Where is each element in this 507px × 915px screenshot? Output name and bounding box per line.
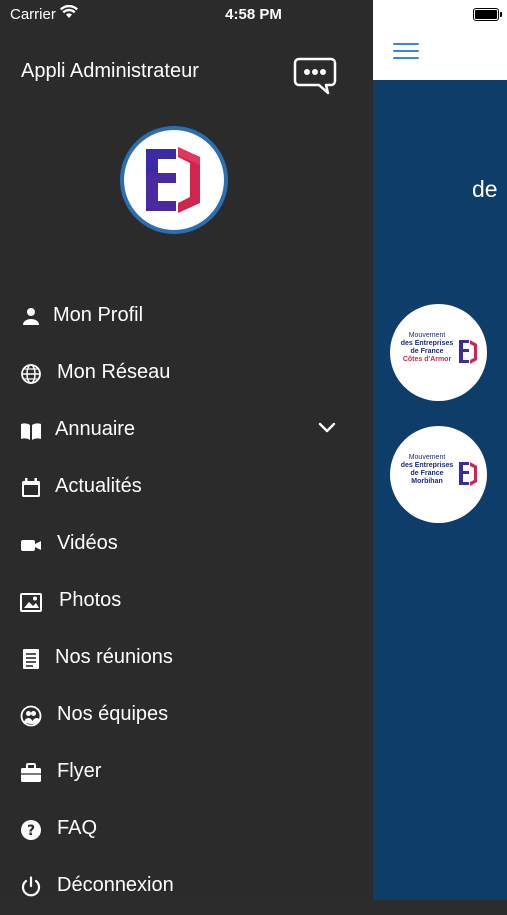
menu-item-label: Mon Réseau	[57, 361, 171, 383]
menu-item-label: Photos	[59, 589, 122, 611]
organization-card[interactable]: Mouvement des Entreprises de France Morb…	[390, 426, 487, 523]
organization-card[interactable]: Mouvement des Entreprises de France Côte…	[390, 304, 487, 401]
menu-item-photos[interactable]: Photos	[0, 573, 373, 630]
svg-text:?: ?	[27, 823, 35, 839]
menu-item-mon-reseau[interactable]: Mon Réseau	[0, 345, 373, 402]
menu-item-label: Déconnexion	[57, 874, 174, 896]
organization-name: Mouvement des Entreprises de France Morb…	[400, 454, 454, 485]
partial-heading: de	[472, 176, 498, 202]
menu-item-label: Flyer	[57, 760, 102, 782]
menu-item-label: Actualités	[55, 475, 142, 497]
menu-item-faq[interactable]: ? FAQ	[0, 801, 373, 858]
main-content: de Mouvement des Entreprises de France C…	[373, 0, 507, 900]
menu-item-label: FAQ	[57, 817, 98, 839]
menu-item-annuaire[interactable]: Annuaire	[0, 402, 373, 459]
globe-icon	[21, 364, 41, 384]
video-camera-icon	[21, 540, 41, 551]
menu-item-deconnexion[interactable]: Déconnexion	[0, 858, 373, 915]
question-icon: ?	[21, 820, 41, 840]
menu-item-actualites[interactable]: Actualités	[0, 459, 373, 516]
brand-logo-icon	[146, 147, 200, 213]
document-list-icon	[23, 649, 39, 669]
menu-item-nos-equipes[interactable]: Nos équipes	[0, 687, 373, 744]
book-icon	[21, 423, 41, 440]
drawer-title: Appli Administrateur	[21, 60, 199, 82]
menu-item-flyer[interactable]: Flyer	[0, 744, 373, 801]
team-icon	[20, 705, 42, 727]
hamburger-menu-icon[interactable]	[393, 43, 419, 61]
status-time-wrap: 4:58 PM	[0, 0, 507, 28]
organization-name: Mouvement des Entreprises de France Côte…	[400, 332, 454, 363]
power-icon	[21, 876, 41, 897]
menu-item-label: Nos équipes	[57, 703, 169, 725]
menu-item-label: Nos réunions	[55, 646, 173, 668]
chat-bubble-icon[interactable]	[293, 57, 337, 95]
menu-item-label: Vidéos	[57, 532, 118, 554]
calendar-icon	[22, 478, 40, 497]
menu-item-label: Mon Profil	[53, 304, 144, 326]
menu-item-label: Annuaire	[55, 418, 136, 440]
briefcase-icon	[21, 763, 41, 782]
menu-item-nos-reunions[interactable]: Nos réunions	[0, 630, 373, 687]
organization-logo-icon	[459, 340, 477, 364]
photos-icon	[20, 593, 42, 612]
navigation-drawer: Carrier 4:58 PM Appli Administrateur Mon…	[0, 0, 373, 900]
chevron-down-icon[interactable]	[318, 422, 336, 434]
menu-item-mon-profil[interactable]: Mon Profil	[0, 288, 373, 345]
avatar[interactable]	[120, 126, 228, 234]
menu-item-videos[interactable]: Vidéos	[0, 516, 373, 573]
status-time: 4:58 PM	[225, 6, 282, 23]
person-icon	[23, 308, 39, 325]
organization-logo-icon	[459, 462, 477, 486]
